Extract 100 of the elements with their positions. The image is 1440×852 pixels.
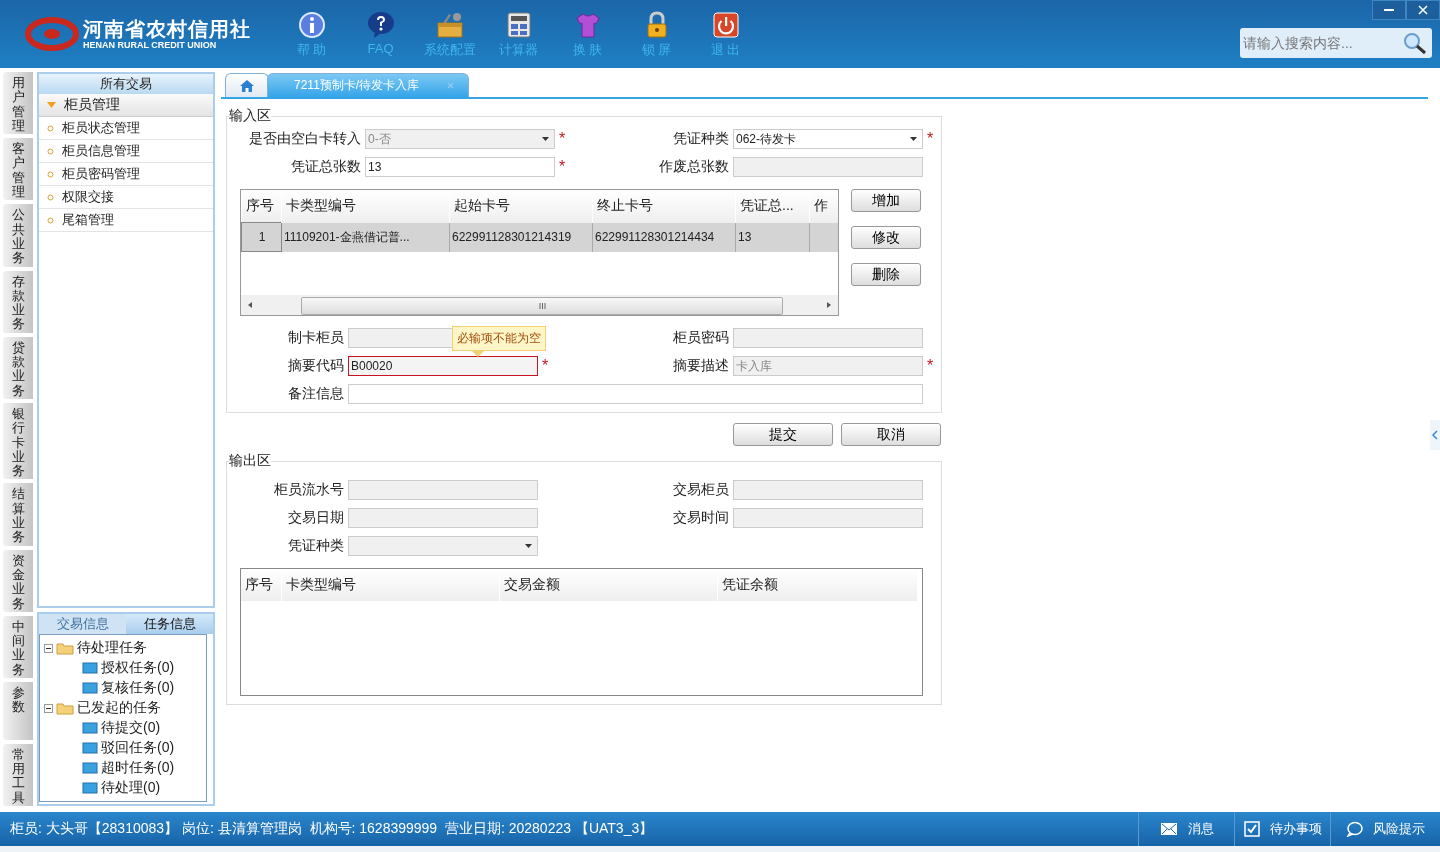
envelope-icon xyxy=(1159,822,1178,836)
close-button[interactable] xyxy=(1406,0,1440,20)
select-field[interactable]: 062-待发卡 xyxy=(733,129,923,149)
home-tab[interactable] xyxy=(225,73,269,97)
field-label: 交易日期 xyxy=(287,509,344,527)
tree-node[interactable]: 复核任务(0) xyxy=(44,678,206,698)
folder-icon xyxy=(82,662,98,674)
field-label: 交易柜员 xyxy=(672,481,729,499)
minimize-button[interactable] xyxy=(1372,0,1406,20)
action-button[interactable]: 取消 xyxy=(841,423,941,446)
side-tab[interactable]: 公共业务 xyxy=(3,204,33,267)
folder-icon xyxy=(56,701,74,715)
collapse-icon xyxy=(44,643,53,653)
caret-down-icon xyxy=(47,101,56,109)
toolbox-icon xyxy=(434,10,465,39)
scrollbar-thumb[interactable] xyxy=(301,297,783,315)
table-action-button[interactable]: 删除 xyxy=(851,263,921,286)
close-icon xyxy=(1418,5,1428,15)
folder-icon xyxy=(82,682,98,694)
tree-node[interactable]: 超时任务(0) xyxy=(44,758,206,778)
field-label: 是否由空白卡转入 xyxy=(248,130,361,148)
panel-header: 所有交易 xyxy=(39,74,213,94)
collapse-handle-icon[interactable] xyxy=(1430,420,1440,450)
required-mark: * xyxy=(542,357,550,375)
tree-node[interactable]: 已发起的任务 xyxy=(44,698,206,718)
menu-group[interactable]: 柜员管理 xyxy=(39,94,213,117)
dropdown-arrow-icon xyxy=(542,137,549,141)
grip-icon xyxy=(538,303,546,309)
home-icon xyxy=(239,78,255,93)
tree-node[interactable]: 待处理任务 xyxy=(44,638,206,658)
input-field[interactable] xyxy=(348,384,923,404)
tree-node[interactable]: 授权任务(0) xyxy=(44,658,206,678)
field-label: 交易时间 xyxy=(672,509,729,527)
close-icon[interactable] xyxy=(447,82,455,89)
side-tab[interactable]: 贷款业务 xyxy=(3,336,33,399)
dropdown-arrow-icon xyxy=(910,137,917,141)
field-label: 凭证种类 xyxy=(672,130,729,148)
status-text: 柜员: 大头哥【28310083】 岗位: 县清算管理岗 机构号: 1628399999 营业日期: 20280223 【UAT3_3】 xyxy=(9,820,655,838)
menu-item[interactable]: 权限交接 xyxy=(39,186,213,209)
folder-icon xyxy=(82,742,98,754)
tree-node[interactable]: 待提交(0) xyxy=(44,718,206,738)
menu-item[interactable]: 尾箱管理 xyxy=(39,209,213,232)
tooltip-pointer-icon xyxy=(472,351,484,357)
bullet-icon xyxy=(47,193,54,201)
bullet-icon xyxy=(47,124,54,132)
input-field[interactable]: 13 xyxy=(365,157,555,177)
checkbox-icon xyxy=(1243,821,1260,837)
calculator-icon xyxy=(505,10,532,39)
logo-subtitle: HENAN RURAL CREDIT UNION xyxy=(83,39,218,51)
action-button[interactable]: 提交 xyxy=(733,423,833,446)
folder-icon xyxy=(82,722,98,734)
table-cell: 11109201-金燕借记普... xyxy=(281,222,450,252)
logo-title: 河南省农村信用社 xyxy=(83,17,251,40)
table-cell: 622991128301214319 xyxy=(449,222,593,252)
search-icon[interactable] xyxy=(1402,31,1428,55)
menu-item[interactable]: 柜员信息管理 xyxy=(39,140,213,163)
question-icon xyxy=(365,10,396,39)
minimize-icon xyxy=(1384,9,1394,11)
side-tab[interactable]: 客户管理 xyxy=(3,138,33,201)
required-mark: * xyxy=(559,130,567,148)
folder-icon xyxy=(82,762,98,774)
input-field[interactable]: B00020 xyxy=(348,356,538,376)
side-tab[interactable]: 常用工具 xyxy=(3,743,33,806)
side-tab[interactable]: 参数 xyxy=(3,682,33,740)
side-tab[interactable]: 中间业务 xyxy=(3,615,33,678)
power-icon xyxy=(711,10,740,39)
table-action-button[interactable]: 修改 xyxy=(851,226,921,249)
table-cell: 1 xyxy=(241,222,282,252)
collapse-icon xyxy=(44,703,53,713)
field-label: 柜员流水号 xyxy=(273,481,344,499)
logo-icon xyxy=(25,17,79,51)
panel-tab[interactable]: 交易信息 xyxy=(39,614,126,634)
panel-tab[interactable]: 任务信息 xyxy=(126,614,213,634)
section-title: 输出区 xyxy=(229,452,271,470)
table-action-button[interactable]: 增加 xyxy=(851,189,921,212)
bullet-icon xyxy=(47,170,54,178)
section-title: 输入区 xyxy=(229,107,271,125)
table-row[interactable]: 1 11109201-金燕借记普... 622991128301214319 622991128301214434 13 xyxy=(241,222,838,252)
bullet-icon xyxy=(47,216,54,224)
side-tab[interactable]: 银行卡业务 xyxy=(3,402,33,480)
field-label: 作废总张数 xyxy=(658,158,729,176)
field-label: 备注信息 xyxy=(287,385,344,403)
tree-node[interactable]: 待处理(0) xyxy=(44,778,206,798)
search-field[interactable]: 请输入搜索内容... xyxy=(1240,28,1432,58)
scrollbar[interactable] xyxy=(241,295,838,315)
side-tab[interactable]: 用户管理 xyxy=(3,72,33,135)
side-tab[interactable]: 结算业务 xyxy=(3,483,33,546)
dropdown-arrow-icon xyxy=(525,544,532,548)
menu-item[interactable]: 柜员状态管理 xyxy=(39,117,213,140)
side-tab[interactable]: 存款业务 xyxy=(3,270,33,333)
required-mark: * xyxy=(927,357,935,375)
table-cell: 13 xyxy=(735,222,810,252)
menu-item[interactable]: 柜员密码管理 xyxy=(39,163,213,186)
side-tab[interactable]: 资金业务 xyxy=(3,549,33,612)
bullet-icon xyxy=(47,147,54,155)
tree-node[interactable]: 驳回任务(0) xyxy=(44,738,206,758)
table-cell: 622991128301214434 xyxy=(592,222,736,252)
field-label: 制卡柜员 xyxy=(287,329,344,347)
field-label: 摘要代码 xyxy=(287,357,344,375)
required-mark: * xyxy=(927,130,935,148)
